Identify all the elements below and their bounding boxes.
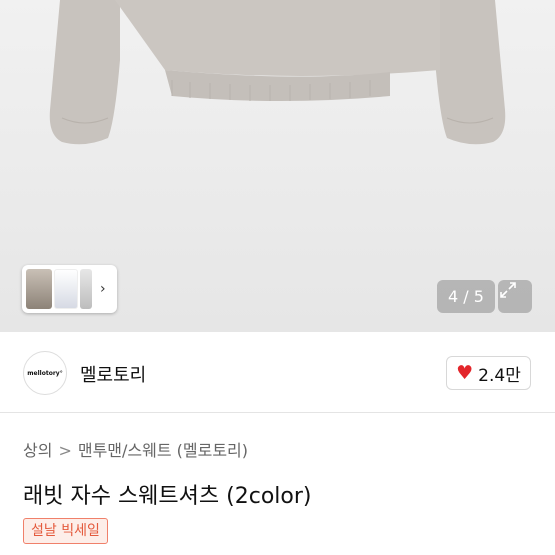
shop-name[interactable]: 멜로토리 xyxy=(80,361,146,387)
sale-badge: 설날 빅세일 xyxy=(23,518,108,544)
breadcrumb-separator: > xyxy=(58,441,72,460)
thumbnail-image[interactable] xyxy=(26,269,52,309)
fullscreen-button[interactable] xyxy=(498,280,532,313)
product-title: 래빗 자수 스웨트셔츠 (2color) xyxy=(23,484,312,509)
image-counter: 4 / 5 xyxy=(437,280,495,313)
thumbnail-image[interactable] xyxy=(54,269,78,309)
chevron-right-icon[interactable]: › xyxy=(100,281,106,297)
expand-icon xyxy=(500,282,516,298)
like-button[interactable]: ♥ 2.4만 xyxy=(446,356,531,390)
thumbnail-image[interactable] xyxy=(80,269,92,309)
breadcrumb: 상의 > 맨투맨/스웨트 (멜로토리) xyxy=(23,437,248,461)
shop-info-bar: mellotory° 멜로토리 ♥ 2.4만 xyxy=(0,332,555,413)
breadcrumb-item[interactable]: 맨투맨/스웨트 (멜로토리) xyxy=(78,441,248,460)
like-count: 2.4만 xyxy=(478,365,521,386)
thumbnail-strip[interactable]: › xyxy=(22,265,117,313)
breadcrumb-item[interactable]: 상의 xyxy=(23,441,52,460)
heart-icon: ♥ xyxy=(456,361,474,384)
shop-logo[interactable]: mellotory° xyxy=(23,351,67,395)
shop-logo-text: mellotory° xyxy=(27,369,63,377)
product-image-gallery[interactable]: › 4 / 5 xyxy=(0,0,555,332)
